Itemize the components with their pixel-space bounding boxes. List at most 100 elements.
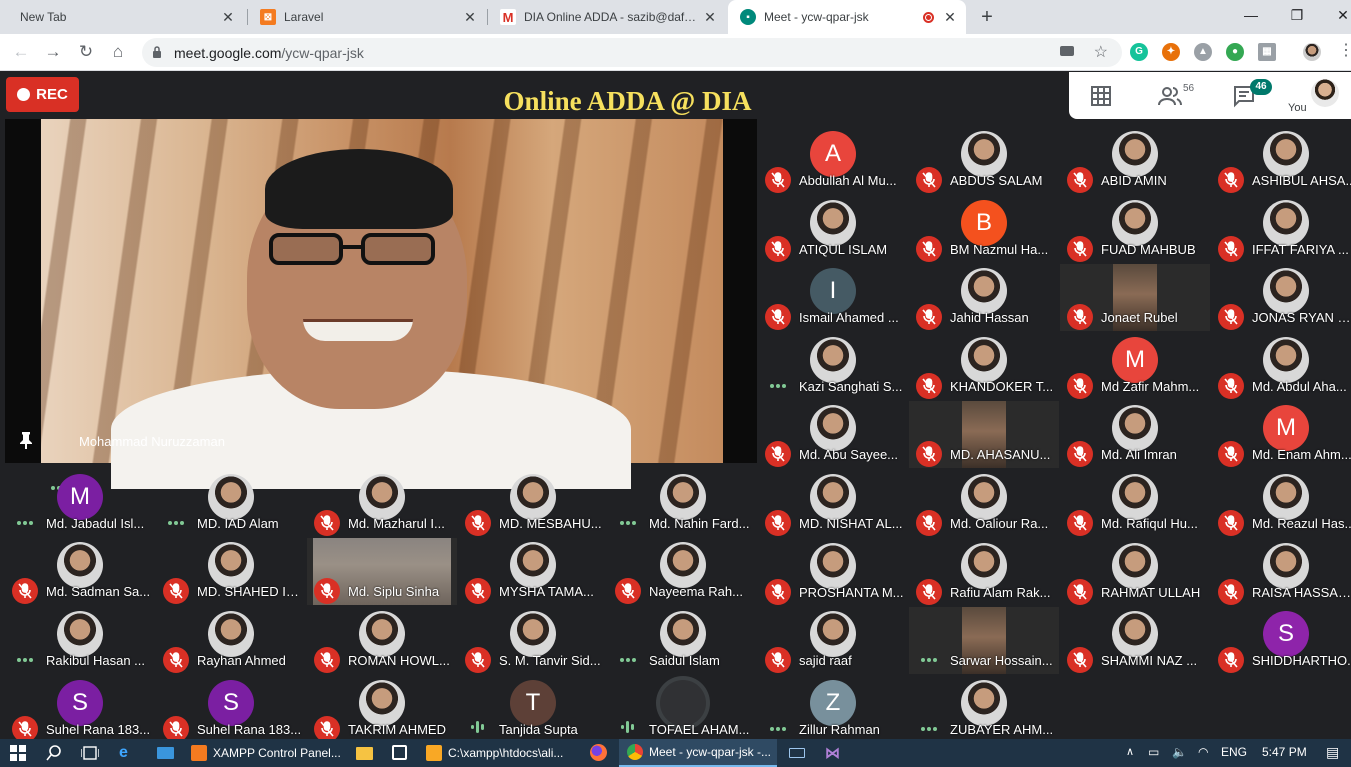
clock[interactable]: 5:47 PM [1262, 745, 1307, 759]
participant-tile[interactable]: FUAD MAHBUB [1060, 196, 1210, 263]
participant-tile[interactable]: RAHMAT ULLAH [1060, 539, 1210, 606]
task-view-icon[interactable] [81, 745, 99, 761]
featured-video-tile[interactable]: Mohammad Nuruzzaman [5, 119, 757, 490]
participant-tile[interactable]: M Md. Jabadul Isl... [5, 470, 155, 537]
self-view-avatar[interactable] [1311, 79, 1339, 107]
back-button[interactable]: ← [10, 41, 32, 63]
chevron-up-icon[interactable]: ∧ [1126, 745, 1134, 758]
participant-tile[interactable]: MD. IAD Alam [156, 470, 306, 537]
home-button[interactable]: ⌂ [107, 41, 129, 63]
participant-tile[interactable]: JONAS RYAN G... [1211, 264, 1351, 331]
participant-tile[interactable]: ABID AMIN [1060, 127, 1210, 194]
edge-icon[interactable]: e [119, 744, 128, 762]
participant-tile[interactable]: Md. Abdul Aha... [1211, 333, 1351, 400]
menu-kebab-icon[interactable]: ⋮ [1338, 43, 1351, 59]
tab-new-tab[interactable]: New Tab ✕ [8, 0, 244, 34]
participant-tile[interactable]: IFFAT FARIYA ... [1211, 196, 1351, 263]
participant-tile[interactable]: M Md. Enam Ahm... [1211, 401, 1351, 468]
tab-laravel[interactable]: ⊠ Laravel ✕ [248, 0, 486, 34]
drive-icon[interactable]: ▲ [1194, 43, 1212, 61]
participant-tile[interactable]: SHAMMI NAZ ... [1060, 607, 1210, 674]
participant-tile[interactable]: I Ismail Ahamed ... [758, 264, 908, 331]
visual-studio-icon[interactable]: ⋈ [825, 744, 840, 762]
new-tab-button[interactable]: + [976, 6, 998, 28]
minimize-button[interactable]: — [1236, 4, 1266, 26]
extensions-grid-icon[interactable]: ▦ [1258, 43, 1276, 61]
fire-extension-icon[interactable]: ✦ [1162, 43, 1180, 61]
participant-tile[interactable]: ROMAN HOWL... [307, 607, 457, 674]
participant-tile[interactable]: MD. MESBAHU... [458, 470, 608, 537]
participant-tile[interactable]: Nayeema Rah... [608, 538, 758, 605]
wifi-icon[interactable]: ◠ [1198, 745, 1208, 759]
participant-tile[interactable]: ASHIBUL AHSA... [1211, 127, 1351, 194]
participant-tile[interactable]: Md. Reazul Has... [1211, 470, 1351, 537]
participant-tile[interactable]: Md. Ali Imran [1060, 401, 1210, 468]
tab-gmail[interactable]: M DIA Online ADDA - sazib@daffodil ✕ [488, 0, 726, 34]
tab-meet[interactable]: ▪ Meet - ycw-qpar-jsk ✕ [728, 0, 966, 34]
participant-tile[interactable]: Md. Nahin Fard... [608, 470, 758, 537]
participant-tile[interactable]: Rafiu Alam Rak... [909, 539, 1059, 606]
restore-button[interactable]: ❐ [1282, 4, 1312, 26]
taskbar-item-chrome[interactable]: Meet - ycw-qpar-jsk -... [619, 739, 777, 767]
bookmark-star-icon[interactable]: ☆ [1094, 42, 1108, 62]
participant-tile[interactable]: PROSHANTA M... [758, 539, 908, 606]
participant-tile[interactable]: Md. Siplu Sinha [307, 538, 457, 605]
participant-tile[interactable]: Kazi Sanghati S... [758, 333, 908, 400]
close-icon[interactable]: ✕ [942, 9, 958, 25]
people-icon[interactable] [1158, 84, 1182, 108]
close-icon[interactable]: ✕ [462, 9, 478, 25]
participant-tile[interactable]: Rakibul Hasan ... [5, 607, 155, 674]
mail-icon[interactable] [157, 747, 174, 759]
participant-tile[interactable]: B BM Nazmul Ha... [909, 196, 1059, 263]
participant-tile[interactable]: A Abdullah Al Mu... [758, 127, 908, 194]
participant-tile[interactable]: TAKRIM AHMED [307, 676, 457, 743]
grid-layout-icon[interactable] [1089, 84, 1113, 108]
participant-tile[interactable]: MD. SHAHED IS... [156, 538, 306, 605]
participant-tile[interactable]: Md. Rafiqul Hu... [1060, 470, 1210, 537]
participant-tile[interactable]: sajid raaf [758, 607, 908, 674]
participant-tile[interactable]: Md. Mazharul I... [307, 470, 457, 537]
close-icon[interactable]: ✕ [220, 9, 236, 25]
participant-tile[interactable]: MYSHA TAMA... [458, 538, 608, 605]
participant-tile[interactable]: Md. Abu Sayee... [758, 401, 908, 468]
recording-button[interactable]: REC [6, 77, 79, 112]
participant-tile[interactable]: Md. Oaliour Ra... [909, 470, 1059, 537]
close-window-button[interactable]: ✕ [1328, 4, 1351, 26]
profile-avatar[interactable] [1303, 43, 1321, 61]
participant-tile[interactable]: S Suhel Rana 183... [156, 676, 306, 743]
globe-extension-icon[interactable]: ● [1226, 43, 1244, 61]
notifications-icon[interactable]: ▤ [1326, 744, 1339, 761]
language-indicator[interactable]: ENG [1221, 745, 1247, 759]
participant-tile[interactable]: S SHIDDHARTHO... [1211, 607, 1351, 674]
grammarly-icon[interactable]: G [1130, 43, 1148, 61]
camera-icon[interactable] [1060, 46, 1074, 56]
participant-tile[interactable]: ABDUS SALAM [909, 127, 1059, 194]
participant-tile[interactable]: Jonaet Rubel [1060, 264, 1210, 332]
taskbar-item-xampp[interactable]: XAMPP Control Panel... [191, 739, 341, 767]
participant-tile[interactable]: KHANDOKER T... [909, 333, 1059, 400]
participant-tile[interactable]: ZUBAYER AHM... [909, 676, 1059, 743]
participant-tile[interactable]: T Tanjida Supta [458, 676, 608, 743]
participant-tile[interactable]: Saidul Islam [608, 607, 758, 674]
participant-tile[interactable]: MD. NISHAT AL... [758, 470, 908, 537]
participant-tile[interactable]: ATIQUL ISLAM [758, 196, 908, 263]
volume-icon[interactable]: 🔈 [1172, 745, 1187, 759]
reload-button[interactable]: ↻ [75, 41, 97, 63]
participant-tile[interactable]: S. M. Tanvir Sid... [458, 607, 608, 674]
participant-tile[interactable]: Jahid Hassan [909, 264, 1059, 331]
file-explorer-icon[interactable] [356, 747, 373, 760]
search-icon[interactable] [46, 745, 62, 761]
close-icon[interactable]: ✕ [702, 9, 718, 25]
pin-icon[interactable] [19, 431, 33, 449]
participant-tile[interactable]: Md. Sadman Sa... [5, 538, 155, 605]
participant-tile[interactable]: Z Zillur Rahman [758, 676, 908, 743]
firefox-icon[interactable] [590, 744, 607, 761]
store-icon[interactable] [392, 745, 407, 760]
forward-button[interactable]: → [42, 41, 64, 63]
participant-tile[interactable]: MD. AHASANU... [909, 401, 1059, 469]
participant-tile[interactable]: RAISA HASSAN... [1211, 539, 1351, 606]
participant-tile[interactable]: Sarwar Hossain... [909, 607, 1059, 675]
participant-tile[interactable]: TOFAEL AHAM... [608, 676, 758, 743]
battery-icon[interactable]: ▭ [1148, 745, 1159, 759]
keyboard-icon[interactable] [789, 748, 805, 758]
